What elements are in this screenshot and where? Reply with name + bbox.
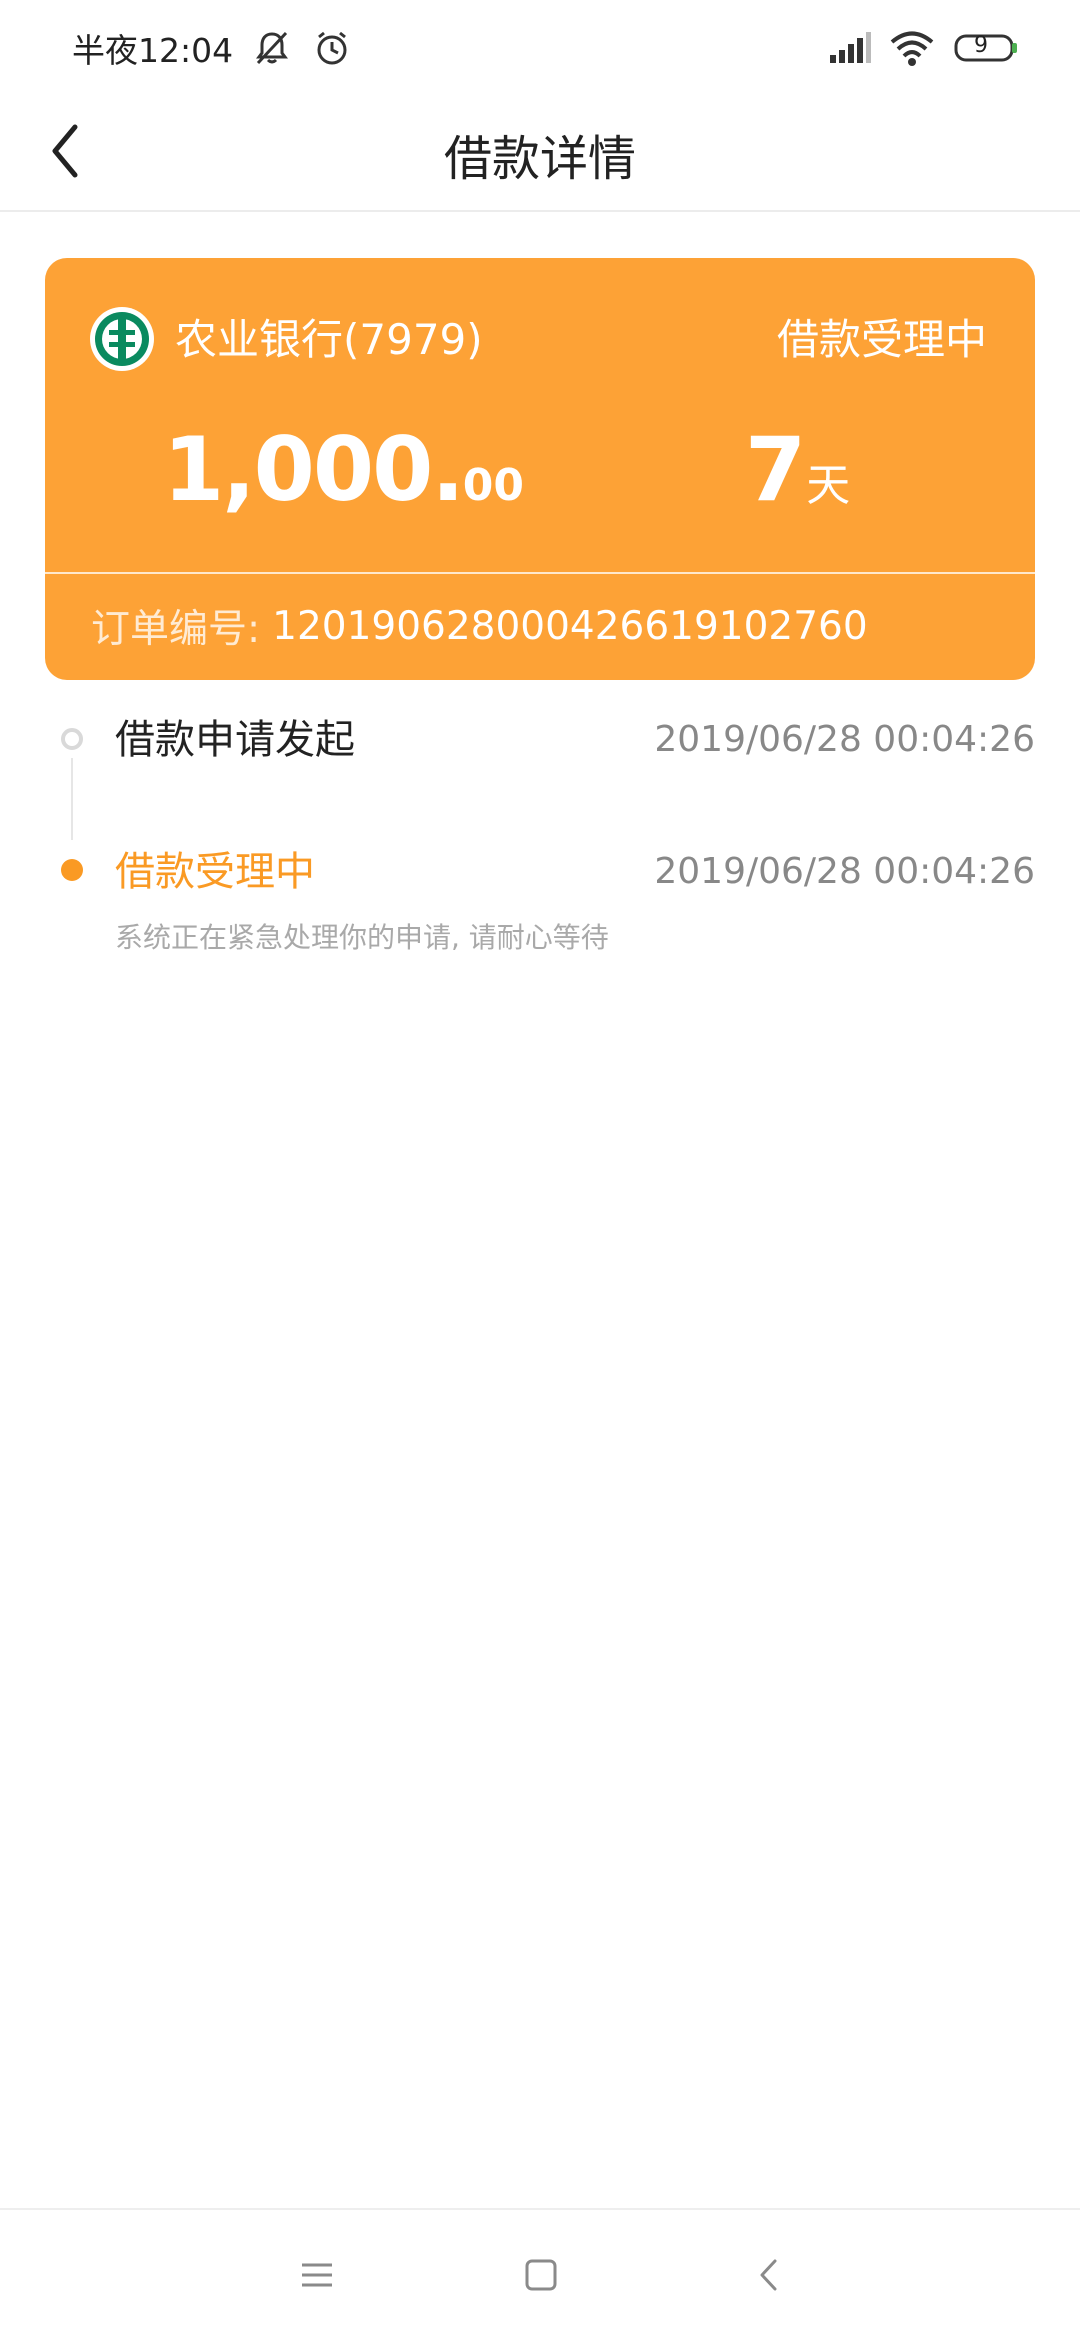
back-triangle-icon — [757, 2257, 781, 2297]
order-row: 订单编号: 120190628000426619102760 — [91, 590, 868, 662]
mute-bell-icon — [251, 27, 293, 69]
alarm-icon — [311, 27, 353, 69]
timeline-step-title: 借款受理中 — [115, 849, 315, 895]
timeline-connector — [71, 758, 73, 840]
menu-icon — [300, 2260, 334, 2294]
battery-icon: 9 — [954, 27, 1020, 69]
card-divider — [45, 572, 1035, 574]
order-label: 订单编号: — [91, 607, 261, 652]
battery-level: 9 — [974, 33, 988, 58]
loan-card: 农业银行(7979) 借款受理中 1,000.00 7天 订单编号: 12019… — [45, 258, 1035, 680]
wifi-icon — [888, 27, 936, 69]
nav-home-button[interactable] — [506, 2242, 576, 2312]
loan-term: 7天 — [745, 418, 850, 521]
status-time: 半夜12:04 — [72, 31, 234, 70]
timeline-dot-done — [61, 728, 83, 750]
navigation-bar — [0, 2208, 1080, 2340]
timeline-step-time: 2019/06/28 00:04:26 — [654, 719, 1035, 760]
status-bar: 半夜12:04 9 — [0, 0, 1080, 96]
status-left: 半夜12:04 — [72, 24, 353, 72]
status-right: 9 — [828, 27, 1020, 69]
page-title: 借款详情 — [443, 131, 636, 187]
loan-amount: 1,000.00 — [163, 418, 524, 521]
bank-logo-icon — [89, 306, 155, 372]
bank-name: 农业银行(7979) — [175, 315, 483, 364]
timeline-step-title: 借款申请发起 — [115, 717, 355, 763]
title-bar: 借款详情 — [0, 96, 1080, 212]
loan-status: 借款受理中 — [776, 315, 987, 364]
term-unit: 天 — [806, 460, 851, 511]
timeline-step-time: 2019/06/28 00:04:26 — [654, 851, 1035, 892]
nav-back-button[interactable] — [734, 2242, 804, 2312]
amount-integer: 1,000. — [163, 418, 465, 521]
amount-decimal: 00 — [462, 460, 525, 511]
order-number: 120190628000426619102760 — [272, 603, 868, 649]
timeline-dot-current — [61, 859, 83, 881]
nav-menu-button[interactable] — [282, 2242, 352, 2312]
timeline-step-description: 系统正在紧急处理你的申请, 请耐心等待 — [115, 921, 609, 954]
term-number: 7 — [745, 418, 807, 521]
home-square-icon — [524, 2258, 558, 2296]
signal-icon — [828, 27, 871, 69]
